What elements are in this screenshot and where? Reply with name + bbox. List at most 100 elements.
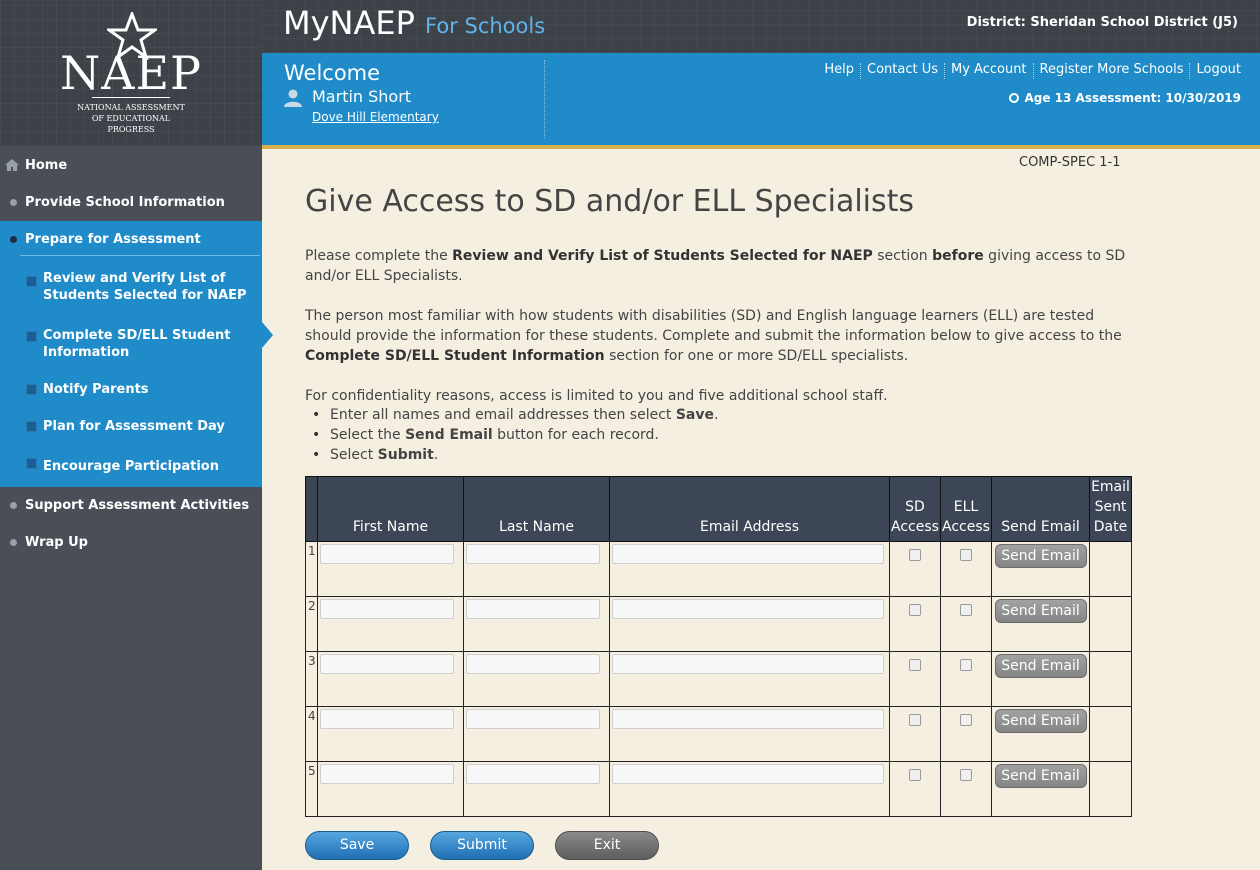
row-number: 3 bbox=[305, 651, 318, 707]
top-nav-links: Help Contact Us My Account Register More… bbox=[818, 62, 1241, 79]
sd-access-checkbox[interactable] bbox=[909, 549, 921, 561]
sidebar-item-complete-sd-ell[interactable]: Complete SD/ELL Student Information bbox=[0, 317, 262, 371]
sd-access-checkbox[interactable] bbox=[909, 604, 921, 616]
sidebar-item-wrap-up[interactable]: Wrap Up bbox=[0, 524, 262, 561]
ring-icon bbox=[1009, 93, 1020, 103]
sidebar-item-encourage-participation[interactable]: Encourage Participation bbox=[0, 445, 262, 487]
square-bullet-icon bbox=[26, 458, 37, 469]
email-input[interactable] bbox=[612, 764, 884, 784]
row-number: 1 bbox=[305, 541, 318, 597]
logo-subtitle: NATIONAL ASSESSMENT OF EDUCATIONAL PROGR… bbox=[77, 103, 185, 134]
email-input[interactable] bbox=[612, 654, 884, 674]
ell-access-checkbox[interactable] bbox=[960, 549, 972, 561]
help-link[interactable]: Help bbox=[818, 62, 860, 79]
bullet-icon bbox=[10, 236, 17, 243]
brand-title: MyNAEP bbox=[283, 4, 415, 42]
page-code: COMP-SPEC 1-1 bbox=[1019, 155, 1121, 170]
sd-access-checkbox[interactable] bbox=[909, 714, 921, 726]
first-name-input[interactable] bbox=[320, 654, 454, 674]
ell-access-checkbox[interactable] bbox=[960, 604, 972, 616]
last-name-input[interactable] bbox=[466, 709, 600, 729]
ell-access-checkbox[interactable] bbox=[960, 769, 972, 781]
row-number: 2 bbox=[305, 596, 318, 652]
sidebar-item-label: Provide School Information bbox=[25, 195, 225, 210]
col-sd-access: SD Access bbox=[889, 476, 941, 542]
bullet-icon bbox=[10, 502, 17, 509]
header-welcome-bar: Welcome Martin Short Dove Hill Elementar… bbox=[262, 53, 1260, 145]
my-account-link[interactable]: My Account bbox=[945, 62, 1033, 79]
sidebar-item-plan-assessment-day[interactable]: Plan for Assessment Day bbox=[0, 408, 262, 445]
sidebar-item-review-verify[interactable]: Review and Verify List of Students Selec… bbox=[0, 257, 262, 317]
contact-us-link[interactable]: Contact Us bbox=[861, 62, 944, 79]
send-email-button[interactable]: Send Email bbox=[994, 544, 1087, 568]
active-indicator-arrow bbox=[262, 322, 273, 348]
square-bullet-icon bbox=[26, 331, 37, 342]
email-sent-date bbox=[1089, 541, 1132, 597]
sidebar: NAEP NATIONAL ASSESSMENT OF EDUCATIONAL … bbox=[0, 0, 262, 870]
square-bullet-icon bbox=[26, 384, 37, 395]
home-icon bbox=[5, 159, 19, 171]
user-name: Martin Short bbox=[312, 87, 412, 106]
sidebar-item-support-activities[interactable]: Support Assessment Activities bbox=[0, 487, 262, 524]
col-send-email: Send Email bbox=[991, 476, 1090, 542]
submit-button[interactable]: Submit bbox=[430, 831, 534, 860]
bullet-icon bbox=[10, 539, 17, 546]
send-email-button[interactable]: Send Email bbox=[994, 764, 1087, 788]
sd-access-checkbox[interactable] bbox=[909, 769, 921, 781]
sidebar-item-prepare-assessment[interactable]: Prepare for Assessment bbox=[0, 221, 262, 258]
sidebar-item-label: Home bbox=[25, 158, 68, 173]
table-row: 1 Send Email bbox=[305, 541, 1132, 597]
send-email-button[interactable]: Send Email bbox=[994, 599, 1087, 623]
last-name-input[interactable] bbox=[466, 544, 600, 564]
row-number: 5 bbox=[305, 761, 318, 817]
assessment-date: Age 13 Assessment: 10/30/2019 bbox=[1009, 91, 1241, 105]
sidebar-item-label: Encourage Participation bbox=[43, 458, 219, 474]
list-item: Enter all names and email addresses then… bbox=[312, 405, 718, 425]
school-link[interactable]: Dove Hill Elementary bbox=[312, 110, 439, 124]
email-input[interactable] bbox=[612, 709, 884, 729]
ell-access-checkbox[interactable] bbox=[960, 659, 972, 671]
welcome-text: Welcome bbox=[284, 61, 381, 85]
email-input[interactable] bbox=[612, 544, 884, 564]
logout-link[interactable]: Logout bbox=[1190, 62, 1241, 79]
sidebar-item-notify-parents[interactable]: Notify Parents bbox=[0, 371, 262, 408]
page-title: Give Access to SD and/or ELL Specialists bbox=[305, 184, 915, 219]
save-button[interactable]: Save bbox=[305, 831, 409, 860]
register-more-schools-link[interactable]: Register More Schools bbox=[1034, 62, 1190, 79]
last-name-input[interactable] bbox=[466, 654, 600, 674]
first-name-input[interactable] bbox=[320, 764, 454, 784]
col-ell-access: ELL Access bbox=[940, 476, 992, 542]
sidebar-item-label: Review and Verify List of Students Selec… bbox=[43, 271, 247, 303]
send-email-button[interactable]: Send Email bbox=[994, 654, 1087, 678]
col-email: Email Address bbox=[609, 476, 890, 542]
first-name-input[interactable] bbox=[320, 599, 454, 619]
sd-access-checkbox[interactable] bbox=[909, 659, 921, 671]
email-sent-date bbox=[1089, 706, 1132, 762]
description-paragraph: The person most familiar with how studen… bbox=[305, 308, 1122, 364]
sidebar-item-home[interactable]: Home bbox=[0, 147, 262, 184]
exit-button[interactable]: Exit bbox=[555, 831, 659, 860]
last-name-input[interactable] bbox=[466, 599, 600, 619]
sidebar-item-label: Complete SD/ELL Student Information bbox=[43, 328, 231, 360]
first-name-input[interactable] bbox=[320, 709, 454, 729]
row-number: 4 bbox=[305, 706, 318, 762]
header-top-bar: MyNAEP For Schools District: Sheridan Sc… bbox=[262, 0, 1260, 53]
email-sent-date bbox=[1089, 761, 1132, 817]
brand-subtitle: For Schools bbox=[425, 14, 546, 38]
col-email-sent-date: Email Sent Date bbox=[1089, 476, 1132, 542]
col-last-name: Last Name bbox=[463, 476, 610, 542]
user-icon bbox=[284, 89, 302, 107]
sidebar-item-provide-school-info[interactable]: Provide School Information bbox=[0, 184, 262, 221]
specialist-table: First Name Last Name Email Address SD Acc… bbox=[305, 476, 1132, 817]
ell-access-checkbox[interactable] bbox=[960, 714, 972, 726]
intro-paragraph: Please complete the Review and Verify Li… bbox=[305, 248, 1126, 284]
table-row: 5 Send Email bbox=[305, 761, 1132, 817]
table-row: 3 Send Email bbox=[305, 651, 1132, 707]
sidebar-item-label: Support Assessment Activities bbox=[25, 498, 250, 513]
naep-logo: NAEP NATIONAL ASSESSMENT OF EDUCATIONAL … bbox=[0, 0, 262, 146]
first-name-input[interactable] bbox=[320, 544, 454, 564]
send-email-button[interactable]: Send Email bbox=[994, 709, 1087, 733]
email-input[interactable] bbox=[612, 599, 884, 619]
last-name-input[interactable] bbox=[466, 764, 600, 784]
col-first-name: First Name bbox=[317, 476, 464, 542]
